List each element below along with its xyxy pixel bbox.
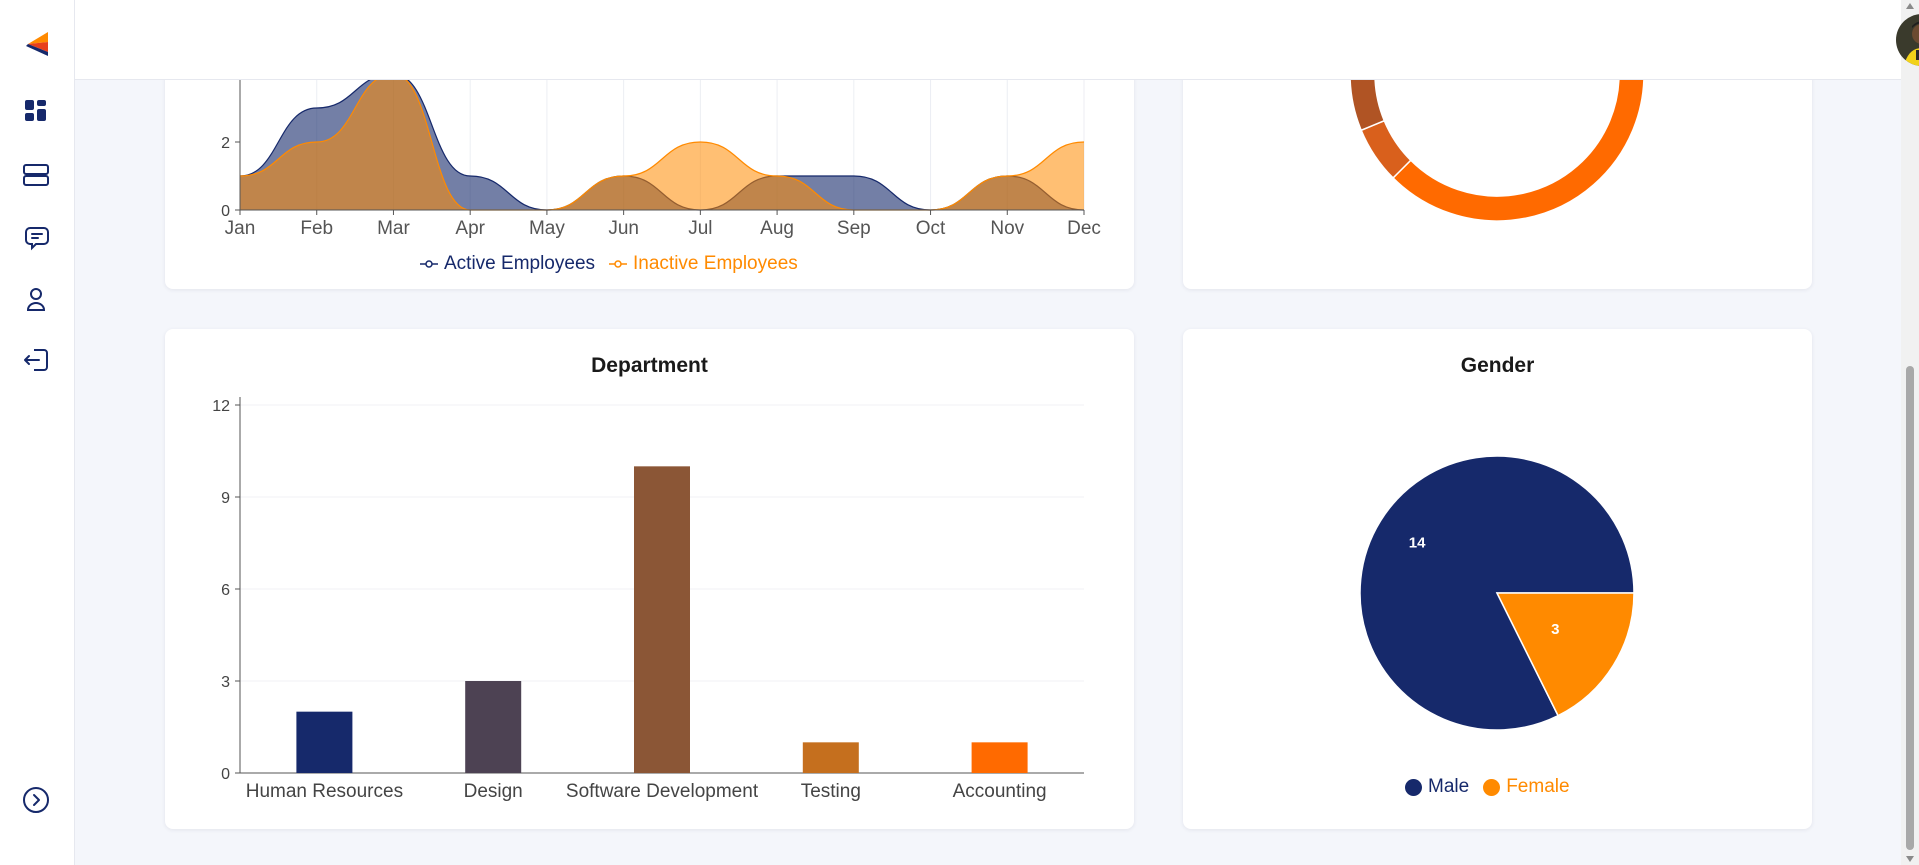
- x-tick-label: Aug: [760, 218, 794, 239]
- scroll-down-arrow-icon[interactable]: [1905, 855, 1915, 863]
- top-bar: [75, 0, 1919, 80]
- gender-legend: Male Female: [1405, 776, 1570, 798]
- x-tick-label: Jan: [225, 218, 256, 239]
- chat-bubble-icon[interactable]: [20, 221, 52, 253]
- layout-rows-icon[interactable]: [20, 159, 52, 191]
- x-tick-label: Mar: [377, 218, 410, 239]
- legend-label-active: Active Employees: [444, 253, 596, 274]
- x-tick-label: Sep: [837, 218, 871, 239]
- scroll-thumb[interactable]: [1906, 366, 1914, 850]
- pie-label-female: 3: [1551, 621, 1559, 638]
- x-tick-label: May: [529, 218, 565, 239]
- x-tick-label: Design: [464, 781, 523, 802]
- x-tick-label: Apr: [455, 218, 485, 239]
- app-logo[interactable]: [22, 30, 50, 58]
- bar-accounting: [971, 742, 1028, 773]
- legend-label-female: Female: [1506, 776, 1570, 797]
- chevron-right-circle-icon[interactable]: [20, 784, 52, 816]
- bar-human-resources: [296, 711, 353, 773]
- department-card: Department 0 3 6 9 12 Human Resources Design So…: [165, 329, 1134, 829]
- gender-pie-chart: 14 3: [1359, 455, 1635, 731]
- logout-icon[interactable]: [20, 344, 52, 376]
- line-marker-icon: [420, 260, 438, 268]
- avatar[interactable]: [1896, 14, 1919, 66]
- bar-software-development: [634, 466, 690, 773]
- line-marker-icon: [609, 260, 628, 268]
- page-scrollbar[interactable]: [1901, 0, 1919, 865]
- legend-male[interactable]: Male: [1405, 776, 1469, 798]
- y-tick-label: 0: [221, 766, 230, 783]
- bar-testing: [802, 742, 859, 773]
- legend-label-male: Male: [1428, 776, 1470, 797]
- dashboard-grid-icon[interactable]: [20, 95, 52, 127]
- male-dot-icon: [1405, 778, 1422, 796]
- legend-active-employees[interactable]: Active Employees: [420, 253, 595, 275]
- x-tick-label: Jul: [688, 218, 712, 239]
- legend-inactive-employees[interactable]: Inactive Employees: [609, 253, 798, 275]
- x-tick-label: Feb: [300, 218, 333, 239]
- gender-card: Gender 14 3 Male Female: [1183, 329, 1812, 829]
- y-tick-label: 12: [212, 398, 230, 415]
- x-tick-label: Nov: [990, 218, 1024, 239]
- area-fill-inactive: [240, 80, 1084, 211]
- x-tick-label: Jun: [608, 218, 639, 239]
- sidebar: [0, 0, 75, 865]
- bar-design: [465, 681, 522, 773]
- legend-label-inactive: Inactive Employees: [633, 253, 798, 274]
- x-tick-label: Testing: [801, 781, 861, 802]
- y-tick-label: 2: [221, 135, 230, 152]
- pie-label-male: 14: [1409, 535, 1426, 552]
- x-tick-label: Accounting: [953, 781, 1047, 802]
- y-tick-label: 6: [221, 582, 230, 599]
- y-tick-label: 9: [221, 490, 230, 507]
- x-tick-label: Dec: [1067, 218, 1101, 239]
- y-tick-label: 3: [221, 674, 230, 691]
- x-tick-label: Software Development: [566, 781, 759, 802]
- female-dot-icon: [1483, 778, 1501, 796]
- x-tick-label: Human Resources: [246, 781, 403, 802]
- user-icon[interactable]: [20, 283, 52, 315]
- legend-female[interactable]: Female: [1483, 776, 1570, 798]
- x-tick-label: Oct: [916, 218, 946, 239]
- department-bar-chart: 0 3 6 9 12 Human Resources Design Software Deve…: [212, 397, 1084, 802]
- scroll-up-arrow-icon[interactable]: [1905, 2, 1915, 10]
- area-chart-legend: Active Employees Inactive Employees: [420, 253, 798, 275]
